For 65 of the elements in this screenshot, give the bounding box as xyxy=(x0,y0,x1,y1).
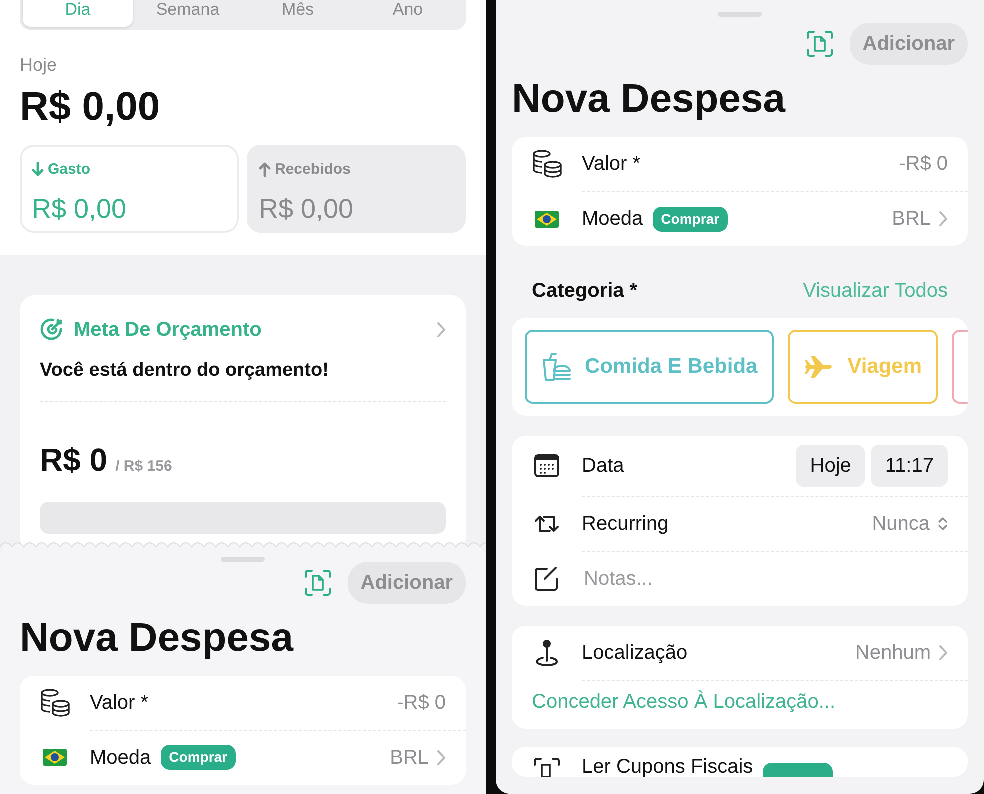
field-value[interactable]: BRL xyxy=(892,204,931,234)
sheet-title: Nova Despesa xyxy=(20,616,295,660)
location-value[interactable]: Nenhum xyxy=(855,638,931,668)
time-button[interactable]: 11:17 xyxy=(871,445,948,487)
receipt-scan-icon xyxy=(533,757,561,777)
period-tab[interactable]: Ano xyxy=(353,0,463,26)
summary-amount: R$ 0,00 xyxy=(259,193,355,226)
summary-label: Gasto xyxy=(48,160,91,180)
scan-button[interactable] xyxy=(806,30,834,58)
summary-amount: R$ 0,00 xyxy=(32,193,128,226)
buy-badge: Comprar xyxy=(653,206,728,232)
budget-message: Você está dentro do orçamento! xyxy=(40,358,330,382)
location-pin-icon xyxy=(534,639,560,667)
chevron-icon xyxy=(437,750,446,766)
view-all-link[interactable]: Visualizar Todos xyxy=(803,276,948,306)
total-amount: R$ 0,00 xyxy=(20,84,162,128)
period-tab[interactable]: Mês xyxy=(243,0,353,26)
notes-field[interactable]: Notas... xyxy=(582,563,882,595)
summary-label: Recebidos xyxy=(275,160,351,180)
scan-icon xyxy=(806,30,834,58)
edit-note-icon xyxy=(534,566,560,592)
budget-title[interactable]: Meta De Orçamento xyxy=(74,314,262,344)
field-label: Localização xyxy=(582,641,688,666)
field-label: Data xyxy=(582,454,624,479)
arrow-up-icon xyxy=(259,162,271,178)
spent-amount: R$ 0 xyxy=(40,441,108,480)
chevron-icon xyxy=(939,645,948,661)
field-label: Valor * xyxy=(90,690,149,716)
period-tab[interactable]: Semana xyxy=(133,0,243,26)
chevron-icon xyxy=(437,322,446,338)
section-label: Categoria * xyxy=(532,279,638,304)
location-access-link[interactable]: Conceder Acesso À Localização... xyxy=(512,681,968,729)
category-chip[interactable]: Comida E Bebida xyxy=(525,330,774,404)
stepper-icon xyxy=(938,516,948,532)
arrow-down-icon xyxy=(32,162,44,178)
period-label: Hoje xyxy=(20,54,58,77)
field-label: Recurring xyxy=(582,512,669,537)
field-value: -R$ 0 xyxy=(397,690,446,716)
add-button[interactable]: Adicionar xyxy=(850,23,968,65)
sheet-grabber[interactable] xyxy=(221,556,265,562)
date-button[interactable]: Hoje xyxy=(796,445,866,487)
category-chip[interactable]: Viagem xyxy=(788,330,938,404)
expense-card[interactable]: Gasto R$ 0,00 xyxy=(20,144,239,232)
scan-button[interactable] xyxy=(304,568,332,596)
flag-icon xyxy=(535,210,559,228)
field-value: -R$ 0 xyxy=(899,152,948,177)
scan-icon xyxy=(304,568,332,596)
field-label: Moeda xyxy=(90,746,152,770)
budget-limit: / R$ 156 xyxy=(116,457,172,477)
food-drink-icon xyxy=(541,352,573,382)
add-button[interactable]: Adicionar xyxy=(348,562,466,604)
buy-badge: Comprar xyxy=(161,745,236,770)
period-tab[interactable]: Dia xyxy=(23,0,133,26)
sheet-title: Nova Despesa xyxy=(512,77,787,121)
calendar-icon xyxy=(534,454,560,478)
field-value[interactable]: BRL xyxy=(390,742,429,772)
recurrence-picker[interactable]: Nunca xyxy=(872,509,948,539)
field-label: Ler Cupons Fiscais xyxy=(582,757,754,777)
income-card[interactable]: Recebidos R$ 0,00 xyxy=(247,144,466,232)
field-label: Valor * xyxy=(582,152,641,177)
chevron-icon xyxy=(939,211,948,227)
coins-icon xyxy=(531,149,563,179)
field-label: Moeda xyxy=(582,207,644,232)
coins-icon xyxy=(39,688,71,718)
flag-icon xyxy=(43,749,67,766)
